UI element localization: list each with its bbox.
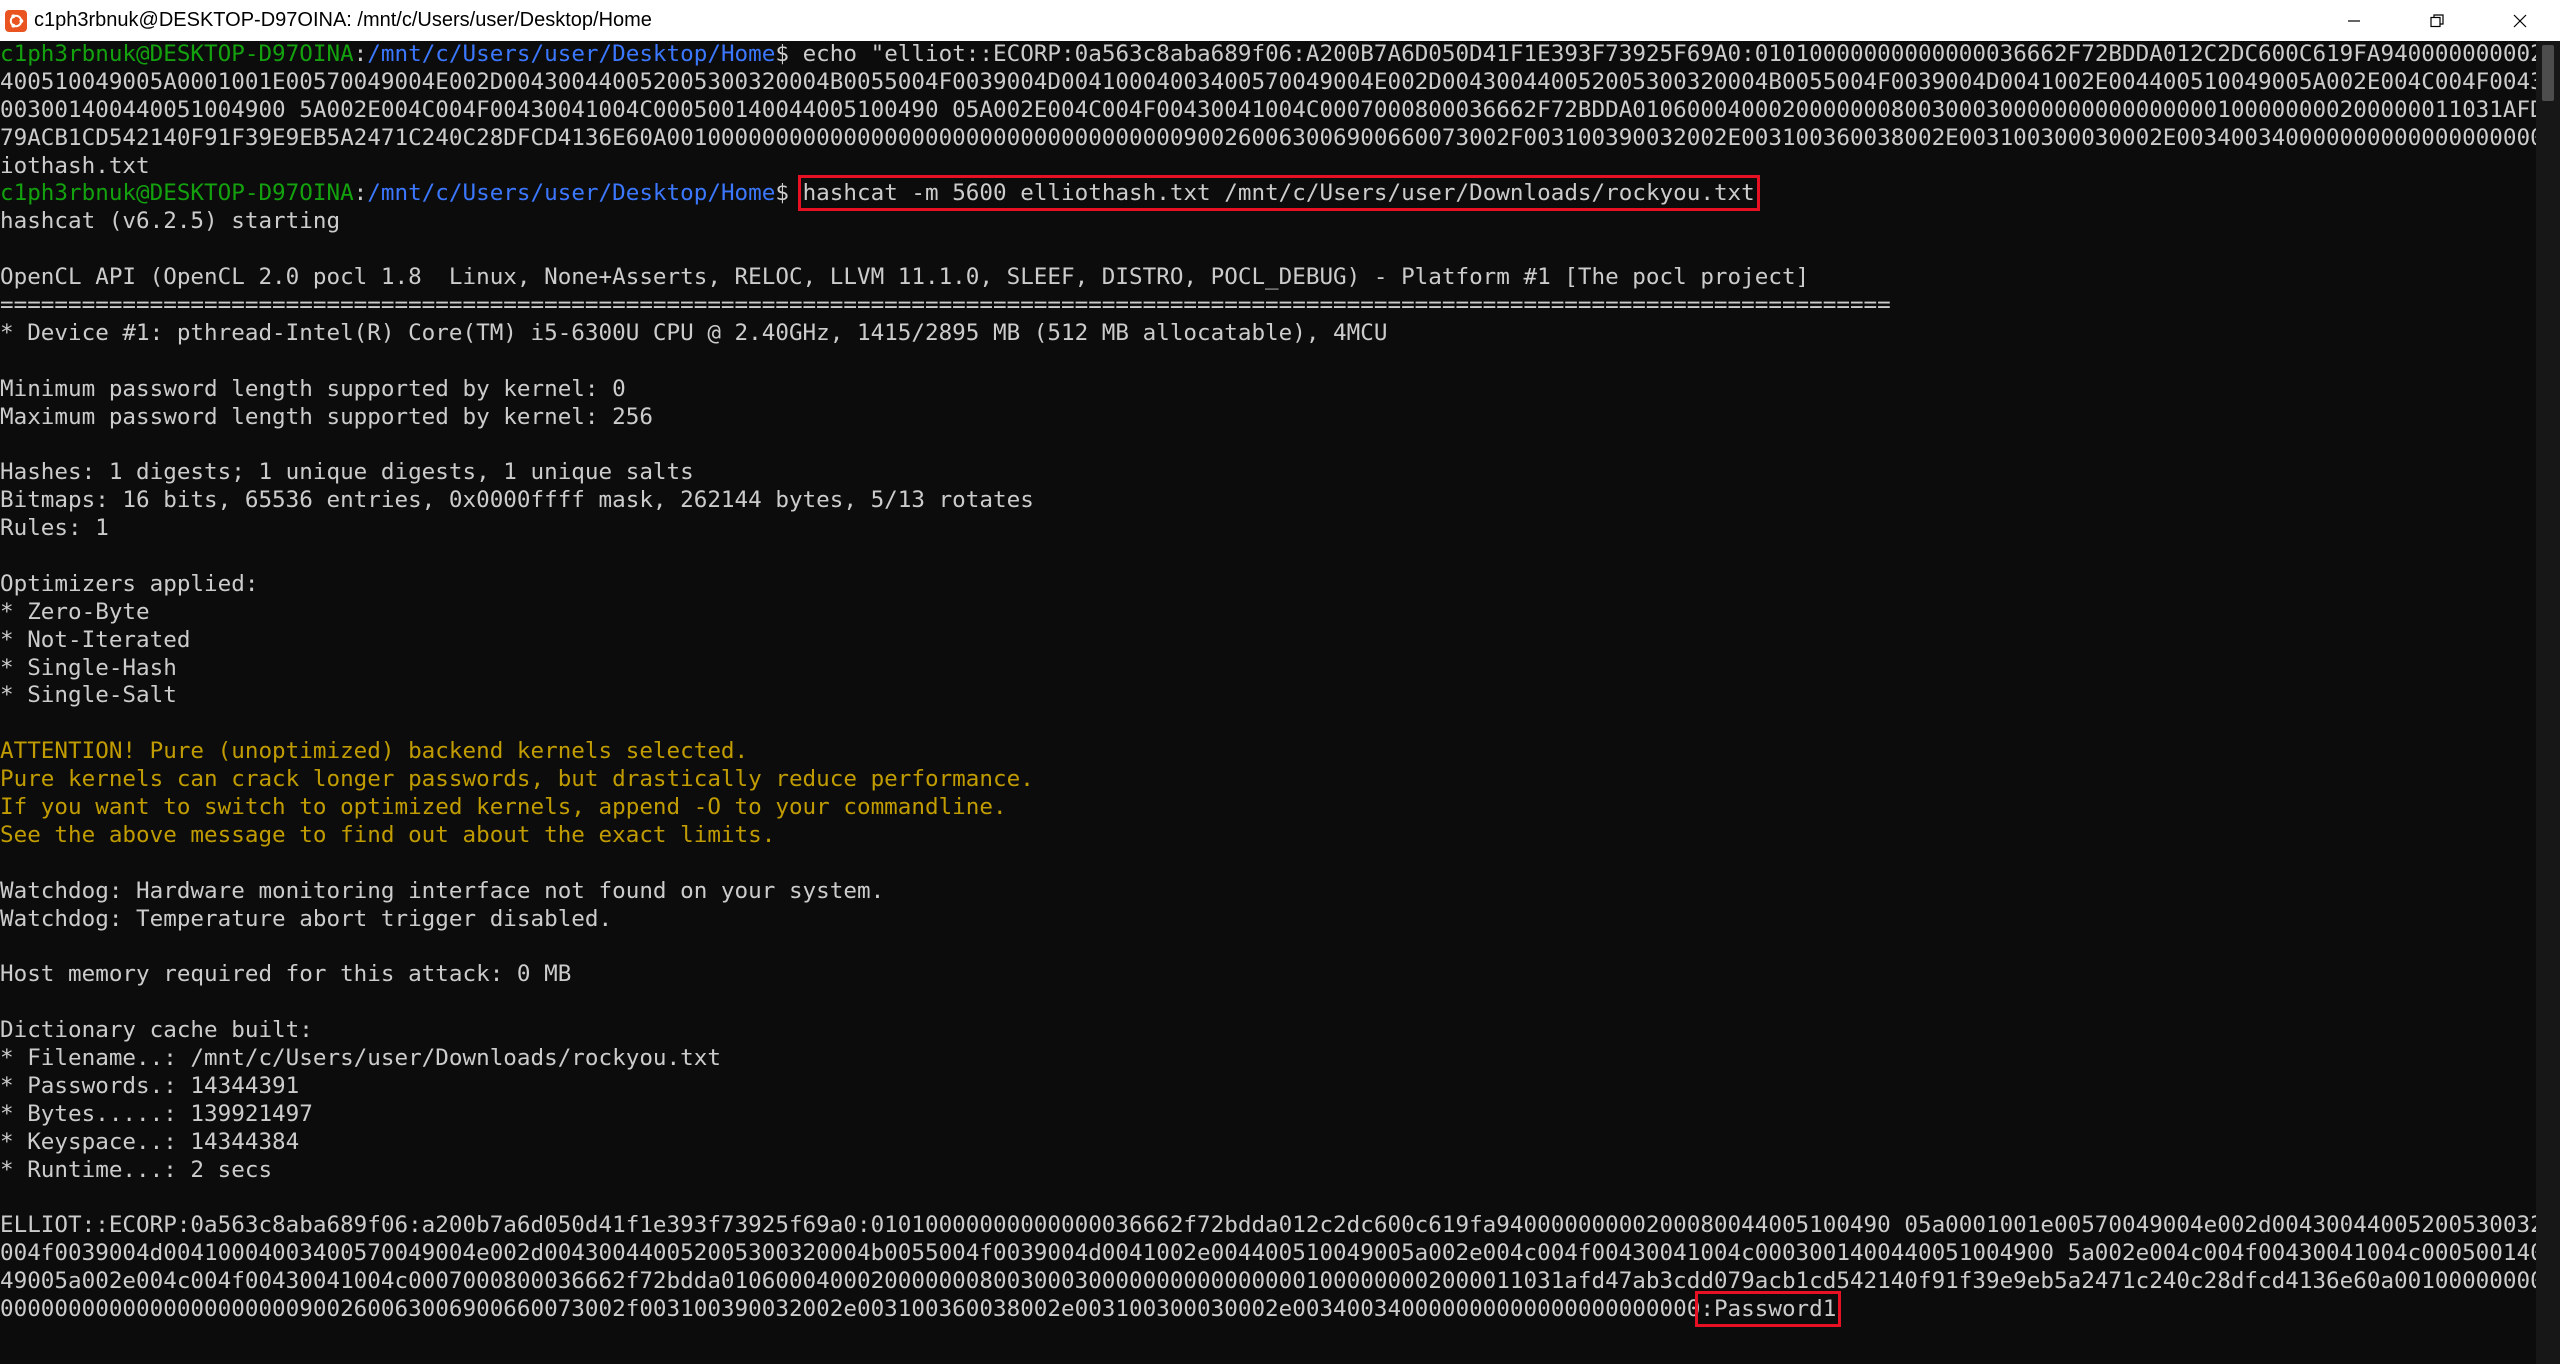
ubuntu-terminal-icon: [5, 10, 27, 32]
vertical-scrollbar[interactable]: [2536, 41, 2560, 1364]
list-item: * Keyspace..: 14344384: [0, 1128, 300, 1155]
output-line: Rules: 1: [0, 515, 109, 542]
cracked-hash-line: 0000000000000000000000900260063006900660…: [0, 1291, 2536, 1328]
list-item: * Single-Hash: [0, 654, 177, 681]
terminal-window: c1ph3rbnuk@DESKTOP-D97OINA: /mnt/c/Users…: [0, 0, 2560, 1364]
prompt-separator: :: [353, 41, 368, 67]
output-line: Hashes: 1 digests; 1 unique digests, 1 u…: [0, 459, 694, 486]
prompt-user: c1ph3rbnuk@DESKTOP-D97OINA: [0, 180, 354, 207]
output-line: Bitmaps: 16 bits, 65536 entries, 0x0000f…: [0, 487, 1034, 514]
cracked-password: :Password1: [1695, 1291, 1842, 1328]
cracked-hash-line: 49005a002e004c004f00430041004c0007000800…: [0, 1268, 2536, 1295]
restore-button[interactable]: [2398, 0, 2476, 41]
scrollbar-thumb[interactable]: [2542, 45, 2554, 101]
list-item: * Runtime...: 2 secs: [0, 1156, 273, 1183]
prompt-path: /mnt/c/Users/user/Desktop/Home: [367, 180, 776, 207]
warning-line: ATTENTION! Pure (unoptimized) backend ke…: [0, 738, 749, 765]
output-line: Minimum password length supported by ker…: [0, 375, 626, 402]
password-value: Password1: [1713, 1296, 1837, 1323]
minimize-icon: [2348, 19, 2360, 22]
title-bar[interactable]: c1ph3rbnuk@DESKTOP-D97OINA: /mnt/c/Users…: [0, 0, 2560, 41]
close-button[interactable]: [2481, 0, 2559, 41]
list-item: * Single-Salt: [0, 682, 177, 709]
output-line: Watchdog: Temperature abort trigger disa…: [0, 905, 613, 932]
list-item: * Filename..: /mnt/c/Users/user/Download…: [0, 1045, 721, 1072]
list-item: * Zero-Byte: [0, 598, 150, 625]
command-line: c1ph3rbnuk@DESKTOP-D97OINA:/mnt/c/Users/…: [0, 175, 2536, 212]
cracked-hash-tail: 0000000000000000000000900260063006900660…: [0, 1296, 1701, 1323]
close-icon: [2513, 14, 2527, 27]
warning-line: Pure kernels can crack longer passwords,…: [0, 766, 1034, 793]
terminal-output[interactable]: c1ph3rbnuk@DESKTOP-D97OINA:/mnt/c/Users/…: [0, 41, 2536, 1364]
warning-line: See the above message to find out about …: [0, 821, 776, 848]
output-line: Dictionary cache built:: [0, 1017, 313, 1044]
minimize-button[interactable]: [2315, 0, 2393, 41]
output-line: hashcat (v6.2.5) starting: [0, 208, 341, 235]
separator-rule: ========================================…: [0, 292, 1891, 319]
prompt-separator: :: [353, 180, 368, 207]
command-wrap-line: iothash.txt: [0, 152, 150, 179]
command-wrap-line: 79ACB1CD542140F91F39E9EB5A2471C240C28DFC…: [0, 124, 2536, 151]
prompt-sign: $: [775, 41, 803, 67]
list-item: * Bytes.....: 139921497: [0, 1100, 313, 1127]
list-item: * Passwords.: 14344391: [0, 1072, 300, 1099]
output-line: Maximum password length supported by ker…: [0, 403, 653, 430]
output-line: OpenCL API (OpenCL 2.0 pocl 1.8 Linux, N…: [0, 264, 1810, 291]
prompt-sign: $: [775, 180, 803, 207]
command-wrap-line: 400510049005A0001001E00570049004E002D004…: [0, 68, 2536, 95]
output-line: Optimizers applied:: [0, 570, 259, 597]
cracked-hash-line: 004f0039004d00410004003400570049004e002d…: [0, 1240, 2536, 1267]
output-line: * Device #1: pthread-Intel(R) Core(TM) i…: [0, 319, 1388, 346]
prompt-path: /mnt/c/Users/user/Desktop/Home: [367, 41, 776, 67]
command-line: c1ph3rbnuk@DESKTOP-D97OINA:/mnt/c/Users/…: [0, 41, 2536, 69]
warning-line: If you want to switch to optimized kerne…: [0, 794, 1007, 821]
window-title: c1ph3rbnuk@DESKTOP-D97OINA: /mnt/c/Users…: [34, 9, 652, 31]
output-line: Host memory required for this attack: 0 …: [0, 961, 572, 988]
cracked-hash-line: ELLIOT::ECORP:0a563c8aba689f06:a200b7a6d…: [0, 1212, 2536, 1239]
list-item: * Not-Iterated: [0, 626, 191, 653]
echo-command: echo "elliot::ECORP:0a563c8aba689f06:A20…: [802, 41, 2536, 67]
output-line: Watchdog: Hardware monitoring interface …: [0, 877, 885, 904]
prompt-user: c1ph3rbnuk@DESKTOP-D97OINA: [0, 41, 354, 67]
hashcat-command: hashcat -m 5600 elliothash.txt /mnt/c/Us…: [797, 175, 1760, 212]
restore-icon: [2430, 13, 2444, 27]
cracked-separator: :: [1700, 1296, 1714, 1323]
command-wrap-line: 003001400440051004900 5A002E004C004F0043…: [0, 96, 2536, 123]
